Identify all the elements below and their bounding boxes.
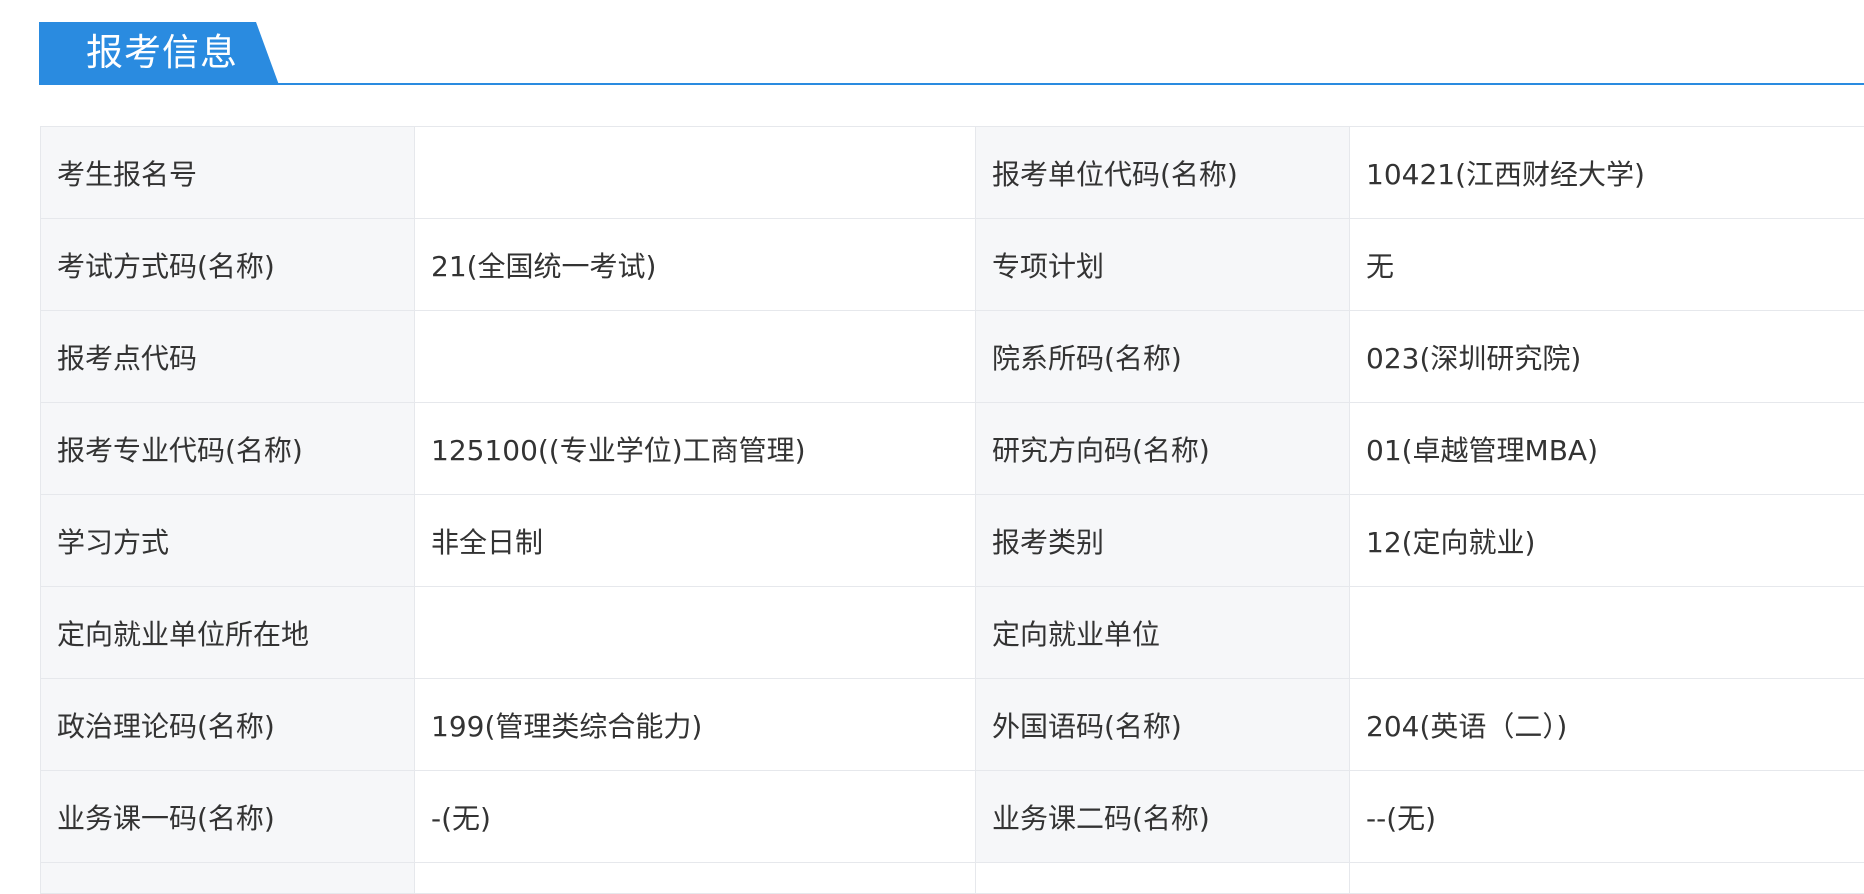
table-row: 考试方式码(名称) 21(全国统一考试) 专项计划 无 [41,219,1864,311]
field-label: 定向就业单位所在地 [41,587,415,679]
field-value [1350,587,1864,679]
field-value: 125100((专业学位)工商管理) [415,403,976,495]
field-value: 023(深圳研究院) [1350,311,1864,403]
registration-info-table: 考生报名号 报考单位代码(名称) 10421(江西财经大学) 考试方式码(名称)… [40,126,1864,894]
table-row: 报考专业代码(名称) 125100((专业学位)工商管理) 研究方向码(名称) … [41,403,1864,495]
field-value: 12(定向就业) [1350,495,1864,587]
field-value: 21(全国统一考试) [415,219,976,311]
field-value [976,863,1350,894]
table-row: 学习方式 非全日制 报考类别 12(定向就业) [41,495,1864,587]
table-row: 报考点代码 院系所码(名称) 023(深圳研究院) [41,311,1864,403]
field-value: -(无) [415,771,976,863]
field-value [415,863,976,894]
field-label: 政治理论码(名称) [41,679,415,771]
field-label: 报考类别 [976,495,1350,587]
table-row: 定向就业单位所在地 定向就业单位 [41,587,1864,679]
field-label: 外国语码(名称) [976,679,1350,771]
header-divider [39,83,1864,85]
field-label: 报考专业代码(名称) [41,403,415,495]
field-value [415,587,976,679]
field-value [415,127,976,219]
field-value: 204(英语（二）) [1350,679,1864,771]
field-label: 业务课一码(名称) [41,771,415,863]
field-label: 报考单位代码(名称) [976,127,1350,219]
table-row: 考生报名号 报考单位代码(名称) 10421(江西财经大学) [41,127,1864,219]
field-label: 业务课二码(名称) [976,771,1350,863]
field-label: 学习方式 [41,495,415,587]
field-value: 199(管理类综合能力) [415,679,976,771]
field-label: 考生报名号 [41,127,415,219]
field-value: 10421(江西财经大学) [1350,127,1864,219]
field-value: 非全日制 [415,495,976,587]
field-label: 定向就业单位 [976,587,1350,679]
field-value: 01(卓越管理MBA) [1350,403,1864,495]
field-label: 专项计划 [976,219,1350,311]
field-value [415,311,976,403]
field-value: --(无) [1350,771,1864,863]
field-label: 研究方向码(名称) [976,403,1350,495]
field-label: 考试方式码(名称) [41,219,415,311]
section-header: 报考信息 [39,22,1864,85]
field-label: 报考点代码 [41,311,415,403]
field-label [41,863,415,894]
table-row: 政治理论码(名称) 199(管理类综合能力) 外国语码(名称) 204(英语（二… [41,679,1864,771]
section-title: 报考信息 [86,30,238,76]
table-row-partial [41,863,1864,894]
field-label: 院系所码(名称) [976,311,1350,403]
field-value: 无 [1350,219,1864,311]
table-row: 业务课一码(名称) -(无) 业务课二码(名称) --(无) [41,771,1864,863]
field-value [1350,863,1864,894]
